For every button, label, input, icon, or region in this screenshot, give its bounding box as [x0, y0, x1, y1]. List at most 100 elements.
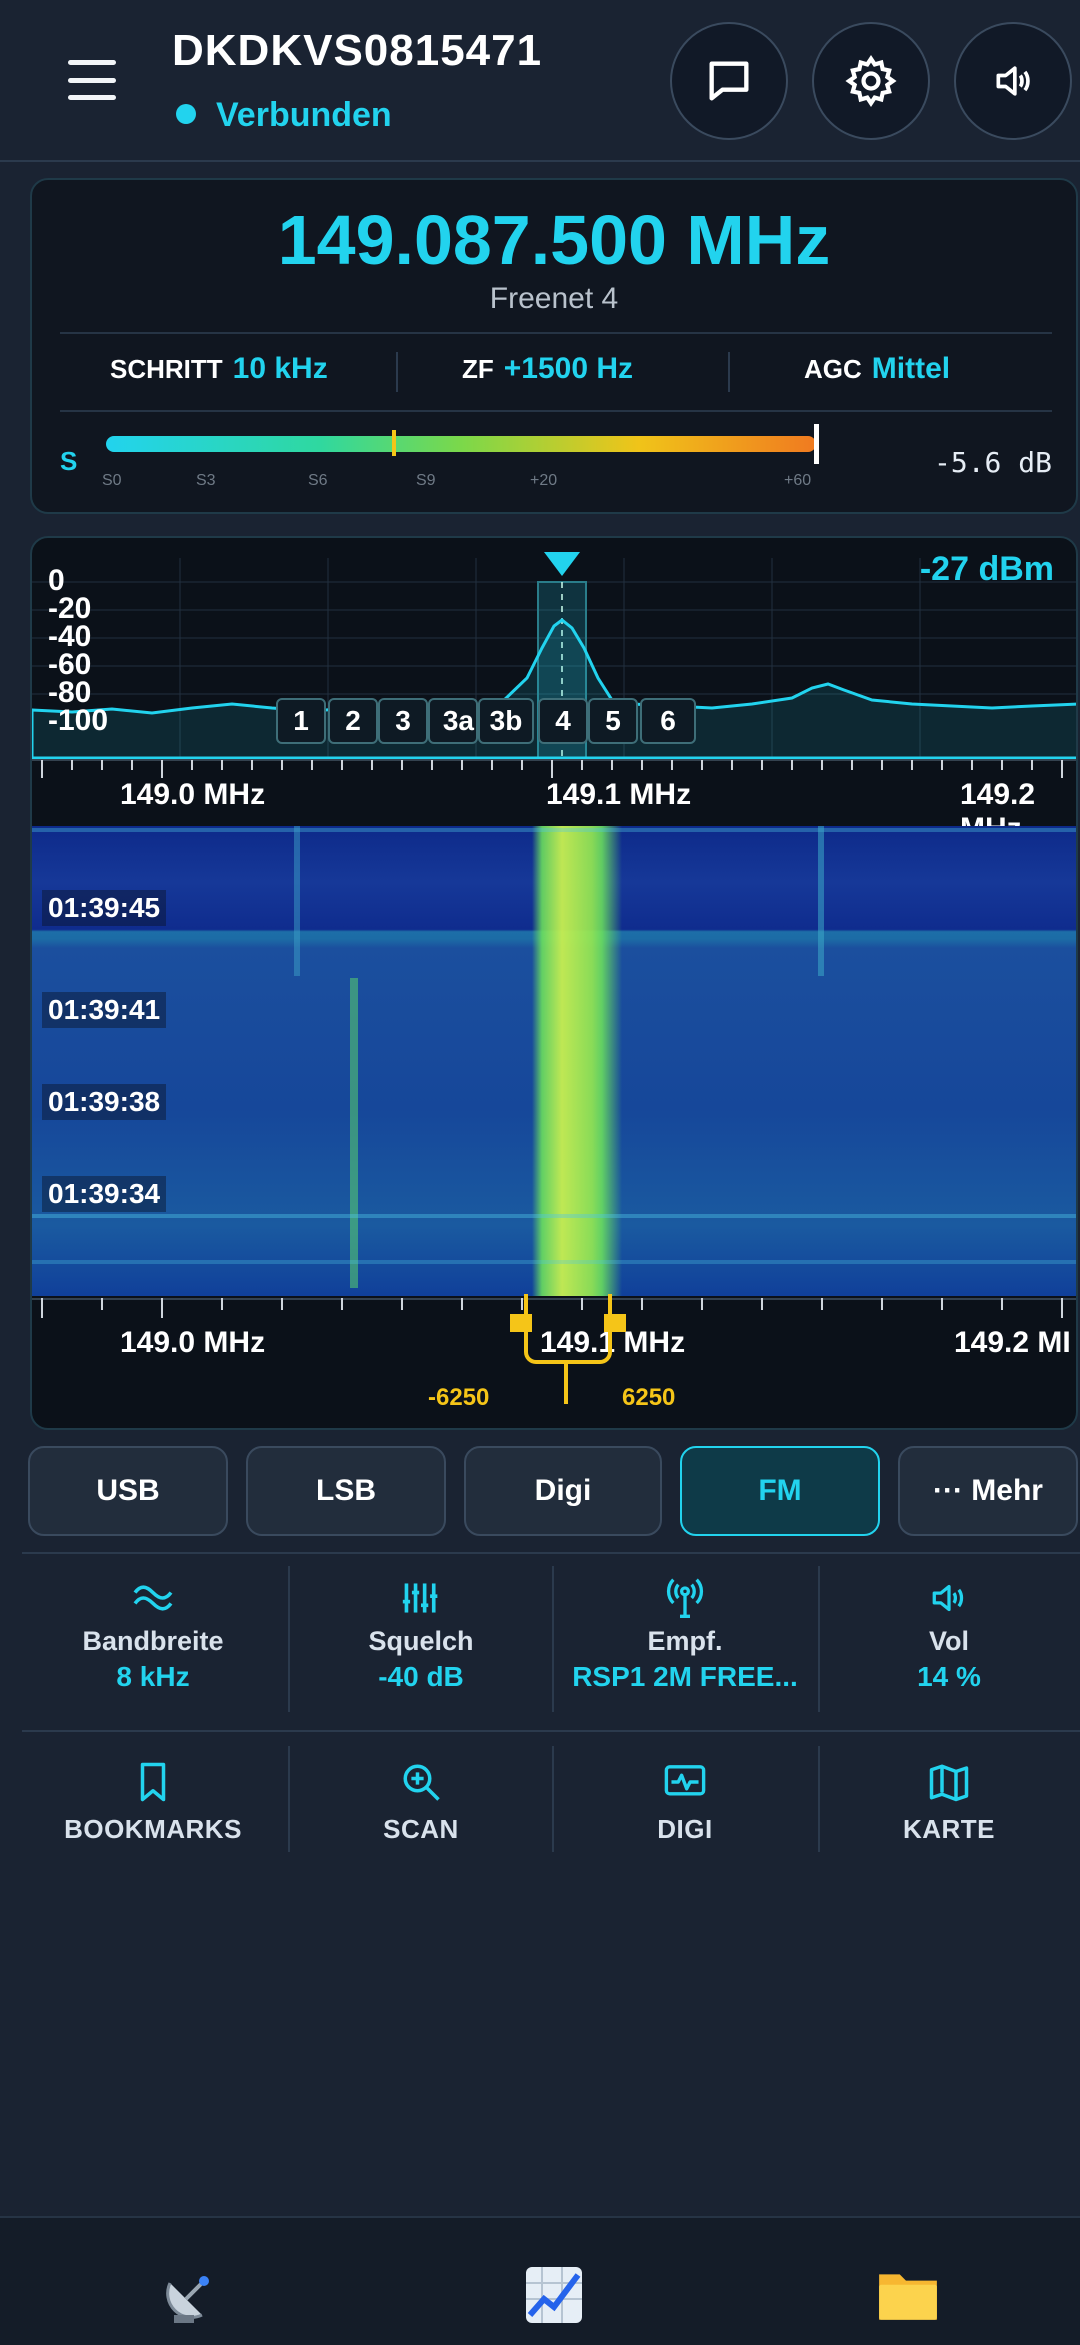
- channel-marker[interactable]: 5: [588, 698, 638, 744]
- frequency-display[interactable]: 149.087.500 MHz: [32, 200, 1076, 280]
- filter-left-handle[interactable]: [510, 1314, 532, 1332]
- volume-value: 14 %: [917, 1661, 981, 1692]
- volume-control[interactable]: Vol 14 %: [818, 1576, 1080, 1693]
- filter-right-handle[interactable]: [604, 1314, 626, 1332]
- digi-icon: [664, 1765, 706, 1796]
- channel-marker[interactable]: 3: [378, 698, 428, 744]
- freq-axis-label: 149.0 MHz: [120, 1326, 266, 1359]
- smeter-tick: S6: [308, 472, 328, 489]
- step-label: SCHRITT: [110, 354, 223, 384]
- scan-label: SCAN: [383, 1814, 459, 1844]
- smeter-tick: S9: [416, 472, 436, 489]
- waterfall-timestamp: 01:39:38: [42, 1084, 167, 1120]
- tuning-marker-icon[interactable]: [544, 552, 580, 576]
- chat-button[interactable]: [670, 22, 788, 140]
- bandwidth-control[interactable]: Bandbreite 8 kHz: [20, 1576, 286, 1693]
- smeter-tick: S0: [102, 472, 122, 489]
- map-button[interactable]: KARTE: [818, 1760, 1080, 1845]
- waterfall-signal-trace: [294, 826, 300, 976]
- divider: [22, 1552, 1080, 1554]
- bandwidth-label: Bandbreite: [82, 1626, 224, 1656]
- passband-filter[interactable]: [524, 1294, 612, 1364]
- freq-axis-label: 149.0 MHz: [120, 778, 266, 811]
- channel-marker[interactable]: 3a: [428, 698, 478, 744]
- scan-button[interactable]: SCAN: [288, 1760, 554, 1845]
- if-value: +1500 Hz: [503, 352, 634, 385]
- filter-high-offset: 6250: [622, 1384, 676, 1411]
- freq-axis-label: 149.1 MHz: [546, 778, 692, 811]
- volume-icon: [932, 1584, 964, 1612]
- waterfall-timestamp: 01:39:34: [42, 1176, 167, 1212]
- digi-label: DIGI: [657, 1814, 713, 1844]
- nav-recordings-tab[interactable]: [868, 2260, 948, 2330]
- waterfall-line: [32, 1214, 1076, 1218]
- nav-spectrum-tab[interactable]: [514, 2260, 594, 2330]
- mode-usb-button[interactable]: USB: [28, 1446, 228, 1536]
- satellite-dish-icon: [166, 2276, 209, 2323]
- chart-icon: [526, 2267, 582, 2323]
- filter-low-offset: -6250: [428, 1384, 490, 1411]
- bookmarks-label: BOOKMARKS: [64, 1814, 242, 1844]
- smeter-tick: +60: [784, 472, 812, 489]
- connection-status: Verbunden: [216, 96, 392, 134]
- waterfall-signal-trace: [818, 826, 824, 976]
- squelch-value: -40 dB: [378, 1661, 464, 1692]
- station-id: DKDKVS0815471: [172, 26, 543, 75]
- frequency-panel: 149.087.500 MHz Freenet 4 SCHRITT 10 kHz …: [30, 178, 1078, 514]
- waterfall-timestamp: 01:39:45: [42, 890, 167, 926]
- agc-label: AGC: [804, 354, 862, 384]
- wave-icon: [133, 1585, 173, 1611]
- antenna-icon: [666, 1578, 704, 1618]
- smeter-bar: [106, 436, 816, 452]
- freq-axis-label: 149.2 MI: [954, 1326, 1071, 1359]
- agc-value: Mittel: [871, 352, 951, 385]
- bookmarks-button[interactable]: BOOKMARKS: [20, 1760, 286, 1845]
- divider: [396, 352, 398, 392]
- step-value: 10 kHz: [232, 352, 328, 385]
- channel-marker[interactable]: 2: [328, 698, 378, 744]
- gear-icon: [845, 55, 897, 107]
- mode-fm-button[interactable]: FM: [680, 1446, 880, 1536]
- menu-icon[interactable]: [60, 52, 124, 108]
- bandwidth-value: 8 kHz: [116, 1661, 190, 1692]
- receiver-control[interactable]: Empf. RSP1 2M FREE...: [552, 1576, 818, 1693]
- speaker-icon: [996, 66, 1030, 96]
- mode-digi-button[interactable]: Digi: [464, 1446, 662, 1536]
- status-dot: [176, 104, 196, 124]
- folder-icon: [879, 2274, 937, 2320]
- divider: [60, 332, 1052, 334]
- mode-lsb-button[interactable]: LSB: [246, 1446, 446, 1536]
- agc-setting[interactable]: AGC Mittel: [804, 352, 950, 386]
- channel-marker[interactable]: 6: [640, 698, 696, 744]
- divider: [22, 1730, 1080, 1732]
- waterfall-line: [32, 828, 1076, 832]
- more-modes-button[interactable]: ··· Mehr: [898, 1446, 1078, 1536]
- smeter-tick: S3: [196, 472, 216, 489]
- receiver-label: Empf.: [647, 1626, 723, 1656]
- channel-marker[interactable]: 1: [276, 698, 326, 744]
- settings-button[interactable]: [812, 22, 930, 140]
- map-label: KARTE: [902, 1814, 996, 1844]
- channel-marker[interactable]: 4: [538, 698, 588, 744]
- y-axis-tick: -100: [48, 704, 109, 737]
- waterfall-display[interactable]: [32, 826, 1076, 1296]
- step-setting[interactable]: SCHRITT 10 kHz: [110, 352, 328, 386]
- smeter-tick: +20: [530, 472, 558, 489]
- waterfall-timestamp: 01:39:41: [42, 992, 167, 1028]
- map-icon: [929, 1764, 969, 1802]
- bookmark-icon: [140, 1762, 166, 1802]
- volume-label: Vol: [929, 1626, 969, 1656]
- chat-icon: [709, 61, 749, 101]
- channel-name: Freenet 4: [489, 282, 619, 315]
- audio-button[interactable]: [954, 22, 1072, 140]
- digi-button[interactable]: DIGI: [552, 1760, 818, 1845]
- smeter-peak-marker: [814, 424, 819, 464]
- smeter-db-value: -5.6 dB: [933, 446, 1052, 479]
- smeter-label: S: [60, 446, 78, 476]
- spectrum-panel[interactable]: -27 dBm 0 -20 -40 -60 -80 -100 1 2 3 3a …: [30, 536, 1078, 1430]
- channel-marker[interactable]: 3b: [478, 698, 534, 744]
- if-label: ZF: [462, 354, 494, 384]
- nav-receiver-tab[interactable]: [150, 2260, 230, 2330]
- squelch-control[interactable]: Squelch -40 dB: [288, 1576, 554, 1693]
- if-setting[interactable]: ZF +1500 Hz: [462, 352, 633, 386]
